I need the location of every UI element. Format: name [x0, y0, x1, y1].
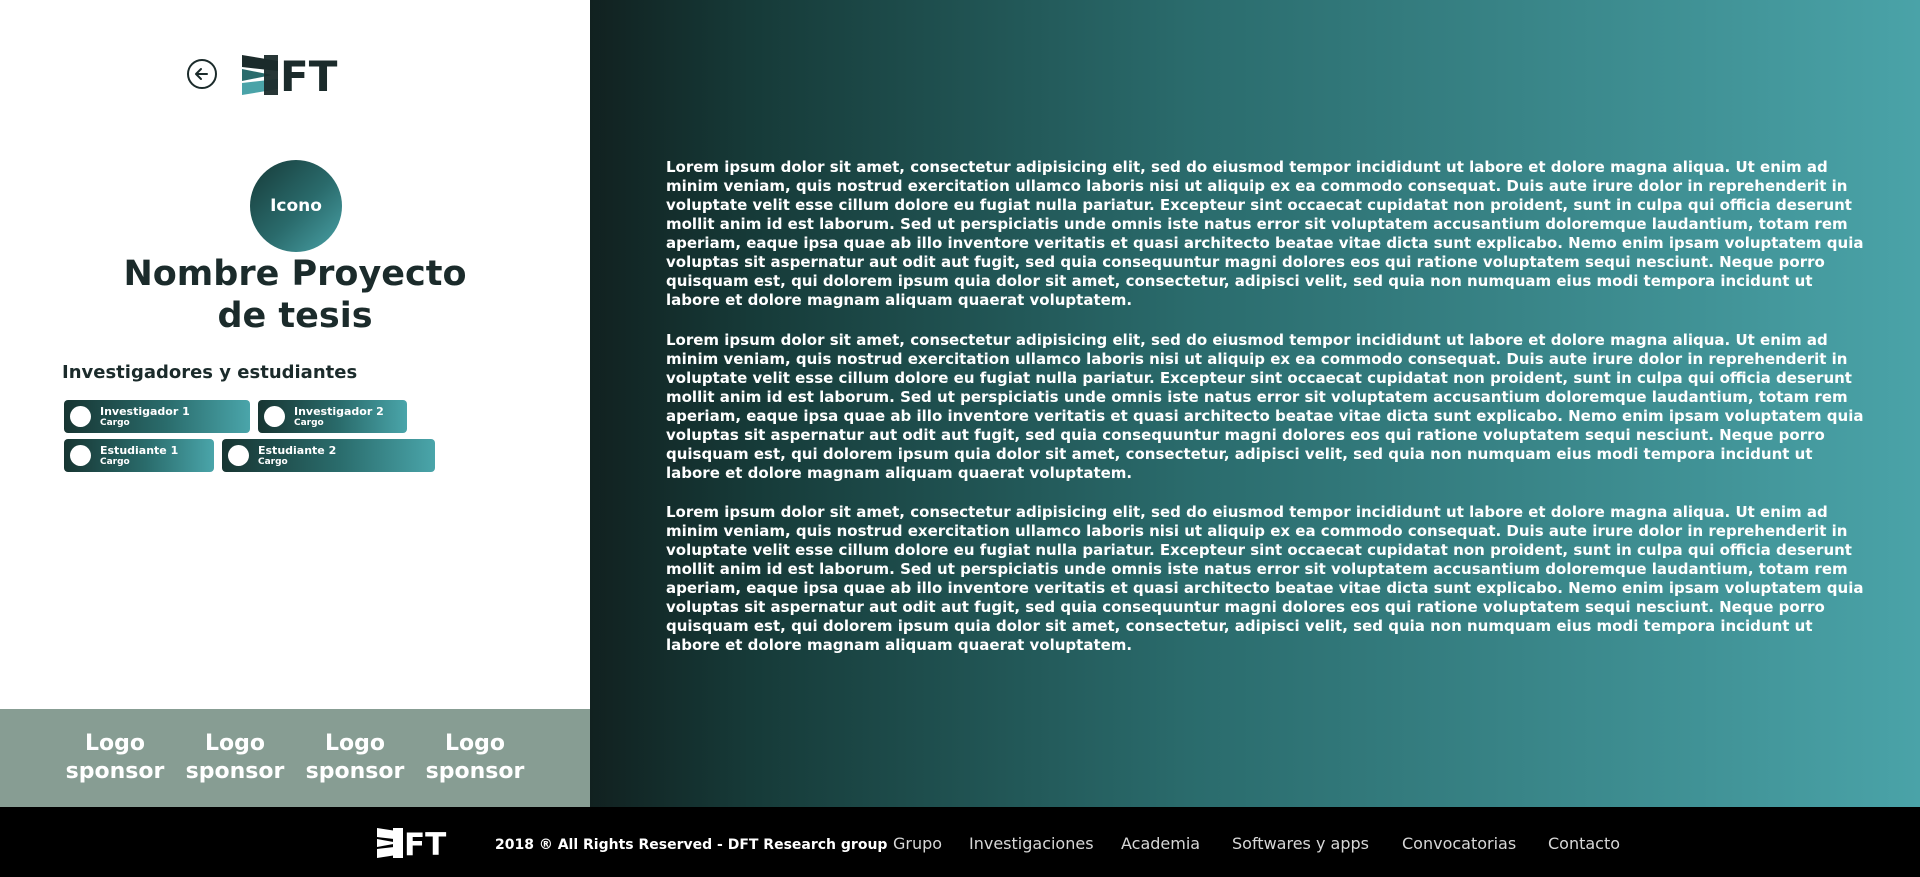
sponsor-line1: Logo [325, 731, 385, 756]
avatar [70, 445, 91, 466]
description-paragraph-3: Lorem ipsum dolor sit amet, consectetur … [666, 503, 1864, 654]
dft-logo-mark: FT [377, 827, 446, 863]
sponsor-logo[interactable]: Logo sponsor [180, 730, 290, 786]
footer: FT 2018 ® All Rights Reserved - DFT Rese… [0, 807, 1920, 877]
member-role: Cargo [294, 417, 324, 428]
member-chip-estudiante-1[interactable]: Estudiante 1 Cargo [64, 439, 214, 472]
project-title: Nombre Proyecto de tesis [95, 253, 495, 337]
description-paragraph-2: Lorem ipsum dolor sit amet, consectetur … [666, 331, 1864, 482]
footer-nav-contacto[interactable]: Contacto [1548, 834, 1620, 853]
sponsor-line1: Logo [205, 731, 265, 756]
member-chip-investigador-2[interactable]: Investigador 2 Cargo [258, 400, 407, 433]
svg-text:FT: FT [404, 828, 446, 858]
sponsor-logo[interactable]: Logo sponsor [420, 730, 530, 786]
sponsor-logo[interactable]: Logo sponsor [300, 730, 410, 786]
project-title-line1: Nombre Proyecto [123, 254, 467, 294]
description-paragraph-1: Lorem ipsum dolor sit amet, consectetur … [666, 158, 1864, 309]
member-chip-estudiante-2[interactable]: Estudiante 2 Cargo [222, 439, 435, 472]
member-role: Cargo [258, 456, 288, 467]
member-name: Estudiante 2 [258, 443, 337, 457]
svg-text:FT: FT [280, 55, 338, 95]
footer-nav-investigaciones[interactable]: Investigaciones [969, 834, 1094, 853]
member-name: Investigador 1 [100, 404, 190, 418]
footer-dft-logo[interactable]: FT [377, 827, 457, 863]
dft-logo-mark: FT [242, 52, 338, 101]
footer-nav-convocatorias[interactable]: Convocatorias [1402, 834, 1516, 853]
copyright-text: 2018 ® All Rights Reserved - DFT Researc… [495, 837, 888, 853]
project-title-line2: de tesis [217, 296, 373, 336]
footer-nav-softwares[interactable]: Softwares y apps [1232, 834, 1369, 853]
project-sidebar: FT Icono Nombre Proyecto de tesis Invest… [0, 0, 590, 807]
project-icon-label: Icono [270, 196, 322, 216]
project-icon: Icono [250, 160, 342, 252]
member-name: Investigador 2 [294, 404, 384, 418]
team-heading: Investigadores y estudiantes [62, 362, 358, 383]
sponsor-line2: sponsor [185, 759, 285, 784]
sponsor-line2: sponsor [425, 759, 525, 784]
dft-logo[interactable]: FT [242, 52, 352, 101]
footer-nav-academia[interactable]: Academia [1121, 834, 1200, 853]
sponsor-logo[interactable]: Logo sponsor [60, 730, 170, 786]
member-role: Cargo [100, 456, 130, 467]
back-button[interactable] [187, 59, 217, 89]
avatar [264, 406, 285, 427]
sponsor-line2: sponsor [305, 759, 405, 784]
sponsor-line1: Logo [445, 731, 505, 756]
member-name: Estudiante 1 [100, 443, 179, 457]
sponsor-line1: Logo [85, 731, 145, 756]
avatar [70, 406, 91, 427]
member-role: Cargo [100, 417, 130, 428]
footer-nav-grupo[interactable]: Grupo [893, 834, 942, 853]
arrow-left-icon [195, 68, 208, 80]
member-chip-investigador-1[interactable]: Investigador 1 Cargo [64, 400, 250, 433]
sponsor-bar: Logo sponsor Logo sponsor Logo sponsor L… [0, 709, 590, 807]
sponsor-line2: sponsor [65, 759, 165, 784]
project-description-panel: Lorem ipsum dolor sit amet, consectetur … [590, 0, 1920, 807]
avatar [228, 445, 249, 466]
